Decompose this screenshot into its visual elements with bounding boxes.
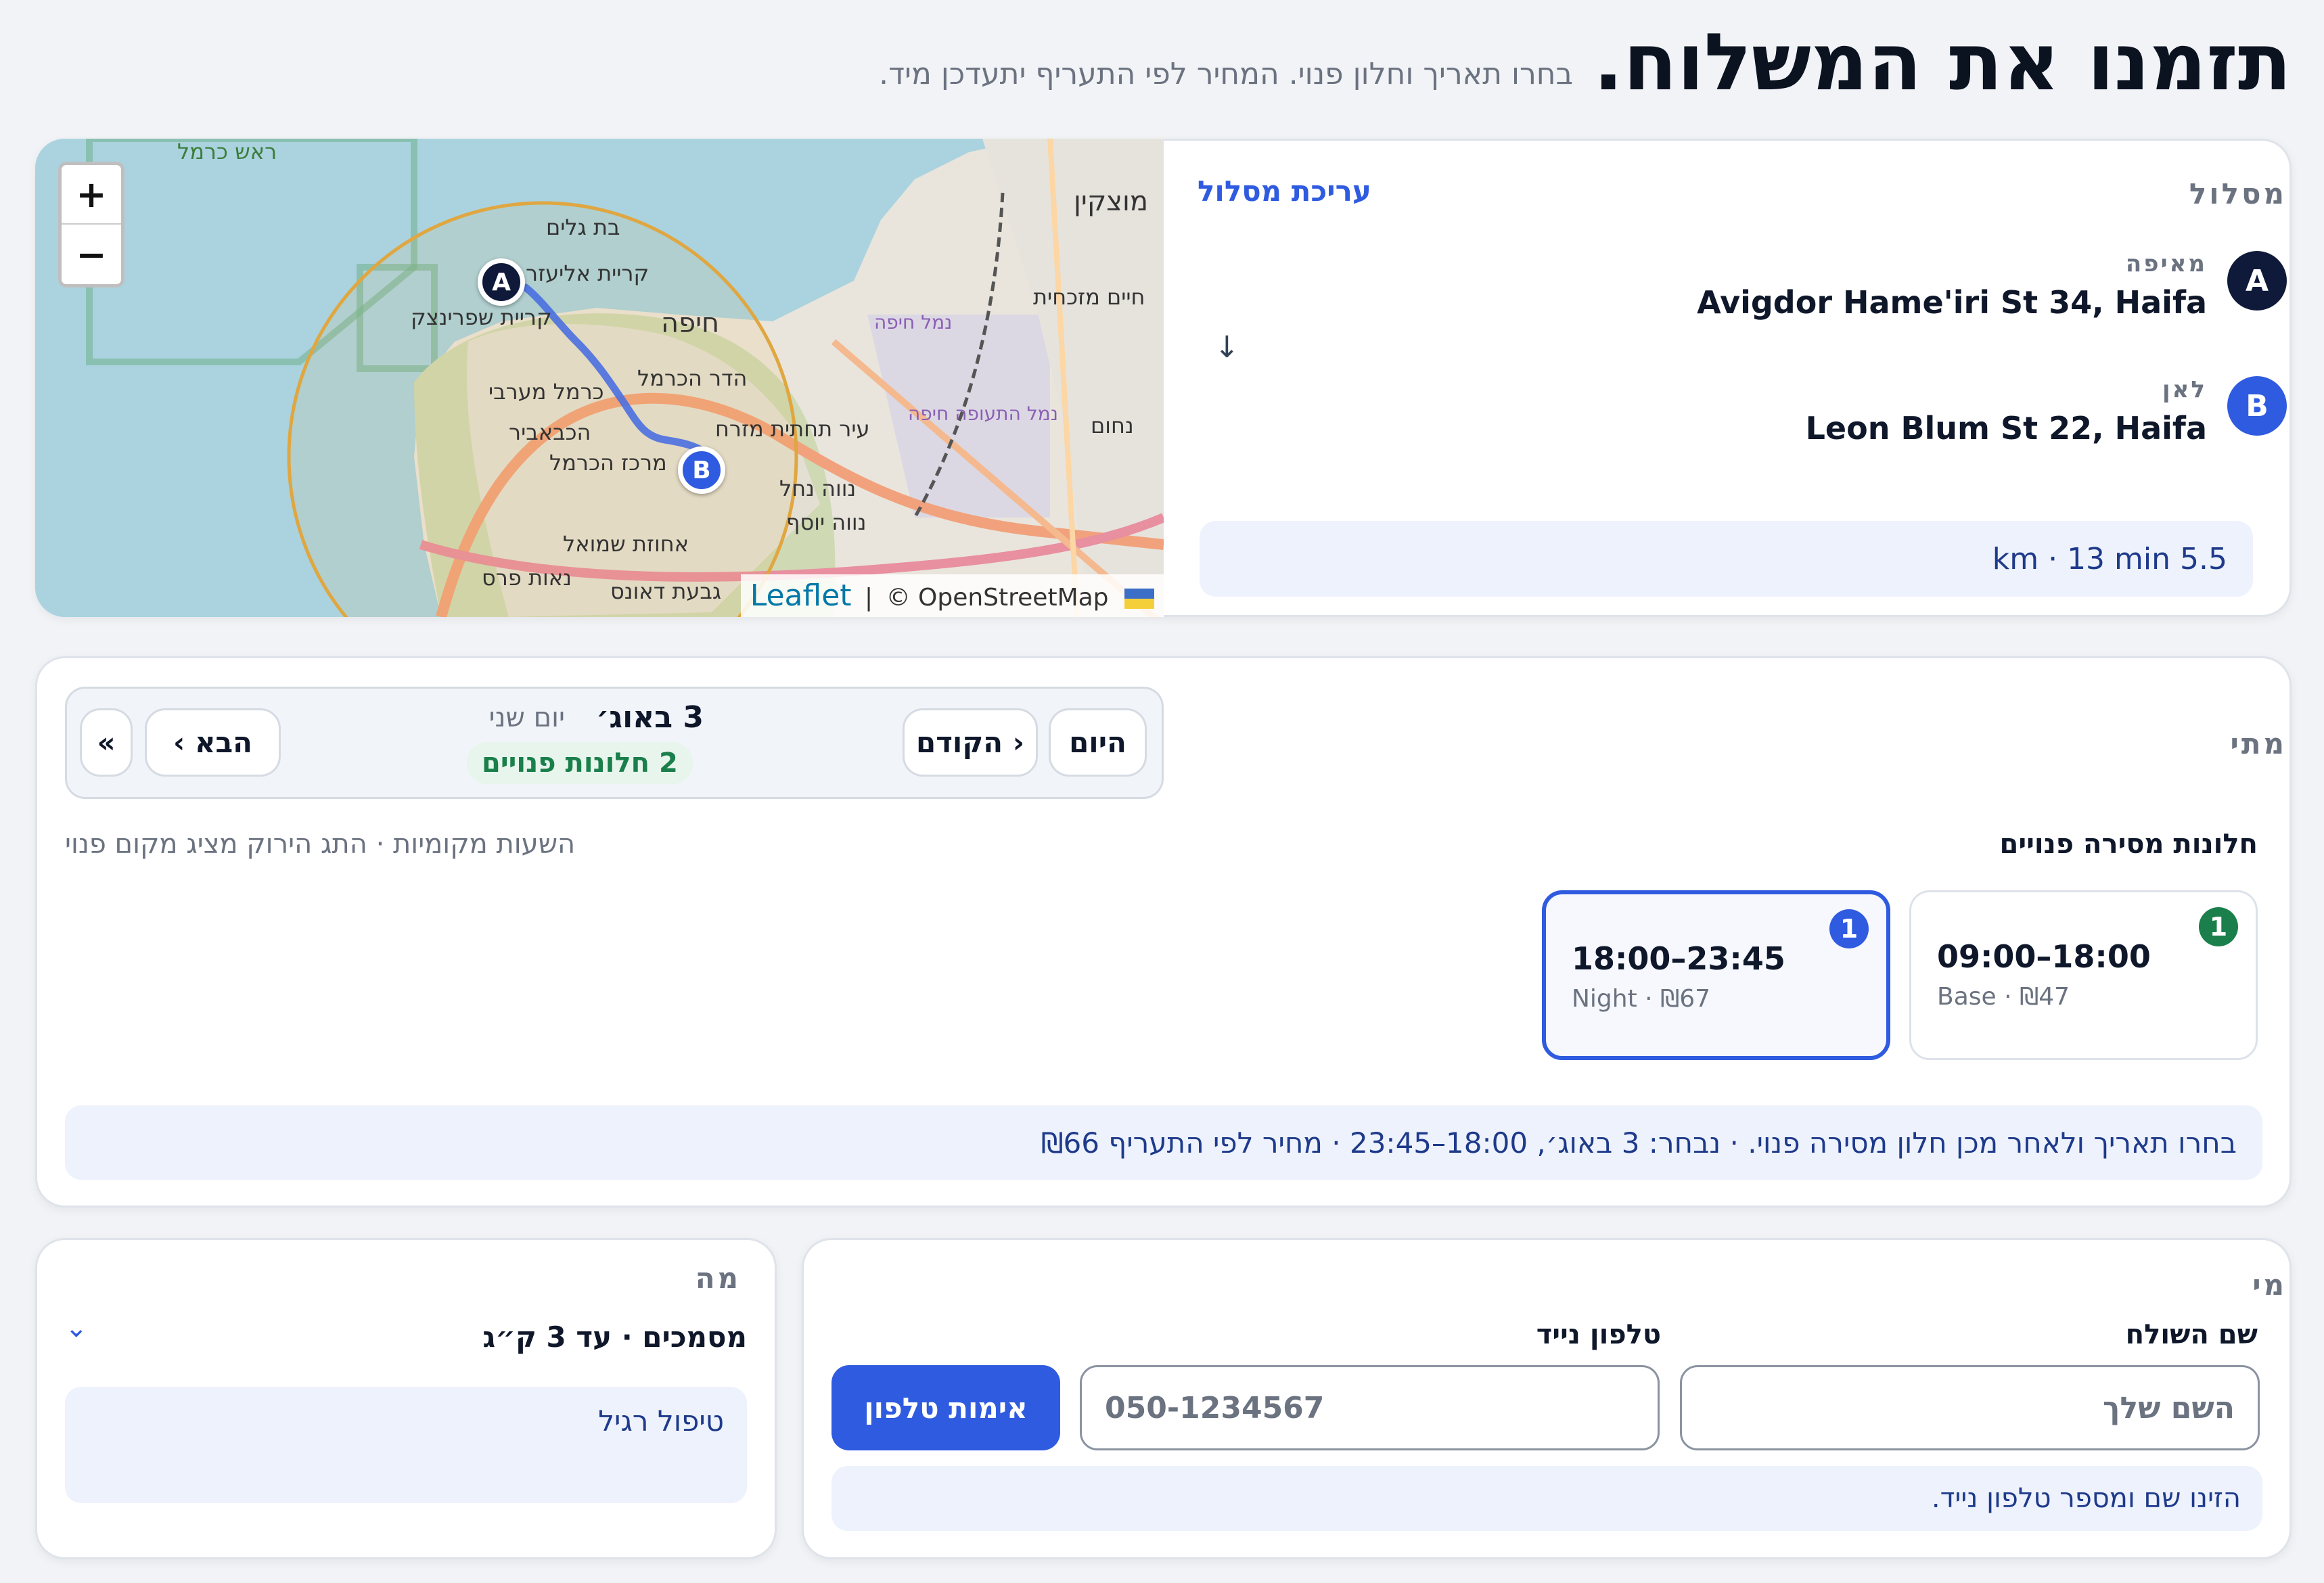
route-summary: 5.5 km · 13 min [1200,521,2253,597]
slot-card-base[interactable]: 1 09:00–18:00 Base · ₪47 [1909,890,2258,1060]
destination-badge: B [2227,376,2287,436]
map-attribution: Leaflet | © OpenStreetMap [740,574,1164,617]
destination-address: Leon Blum St 22, Haifa [1805,410,2207,446]
verify-phone-button[interactable]: אימות טלפון [831,1365,1060,1450]
page-subtitle: בחרו תאריך וחלון פנוי. המחיר לפי התעריף … [879,57,1573,91]
who-hint: הזינו שם ומספר טלפון נייד. [831,1466,2262,1531]
skip-forward-button[interactable]: » [80,708,133,777]
slot-availability-badge: 1 [2199,907,2238,946]
selected-weekday: יום שני [488,702,565,733]
attribution-separator: | [864,584,873,612]
slot-availability-badge: 1 [1829,909,1869,948]
origin-badge: A [2227,251,2287,311]
slots-heading: חלונות מסירה פנויים [1999,829,2258,860]
sender-name-label: שם השולח [2125,1319,2258,1350]
origin-address: Avigdor Hame'iri St 34, Haifa [1697,284,2207,321]
next-day-button[interactable]: הבא › [145,708,281,777]
package-type-select[interactable]: מסמכים · עד 3 ק״ג ⌄ [65,1312,747,1373]
zoom-out-button[interactable]: − [62,225,121,284]
slots-note: השעות מקומיות · התג הירוק מציג מקום פנוי [65,829,576,860]
ukraine-flag-icon [1124,589,1154,609]
map-pin-b[interactable]: B [678,446,725,494]
today-button[interactable]: היום [1049,708,1147,777]
map-tiles [35,139,1164,617]
selection-status: בחרו תאריך ולאחר מכן חלון מסירה פנוי. · … [65,1105,2262,1180]
available-slots-badge: 2 חלונות פנויים [467,742,693,784]
slot-detail: Night · ₪67 [1572,985,1711,1013]
zoom-control: + − [58,162,124,288]
leaflet-link[interactable]: Leaflet [750,578,852,613]
slot-time: 18:00–23:45 [1572,940,1785,977]
mobile-phone-input[interactable]: 050-1234567 [1080,1365,1660,1450]
package-type-value: מסמכים · עד 3 ק״ג [482,1321,747,1354]
osm-link[interactable]: © OpenStreetMap [886,584,1109,612]
route-section-label: מסלול [2189,177,2287,210]
zoom-in-button[interactable]: + [62,165,121,225]
map-pin-a[interactable]: A [478,258,525,306]
chevron-down-icon: ⌄ [65,1312,88,1344]
previous-day-button[interactable]: ‹ הקודם [903,708,1038,777]
edit-route-link[interactable]: עריכת מסלול [1198,175,1371,208]
slot-card-night[interactable]: 1 18:00–23:45 Night · ₪67 [1542,890,1890,1060]
route-arrow-icon: ↓ [1214,330,1239,365]
route-map[interactable]: + − ראש כרמל בת גלים קריית אליעזר קריית … [35,139,1164,617]
when-section-label: מתי [2230,727,2287,760]
page-title: תזמנו את המשלוח. [1593,17,2292,108]
handling-info: טיפול רגיל [65,1387,747,1503]
sender-name-input[interactable]: השם שלך [1680,1365,2260,1450]
what-section-label: מה [695,1262,741,1295]
selected-date: 3 באוג׳ [595,700,704,735]
who-section-label: מי [2252,1268,2287,1302]
slot-detail: Base · ₪47 [1937,983,2070,1011]
mobile-phone-label: טלפון נייד [1536,1319,1661,1350]
destination-label: לאן [2162,376,2207,403]
origin-label: מאיפה [2125,250,2207,277]
slot-time: 09:00–18:00 [1937,938,2151,975]
